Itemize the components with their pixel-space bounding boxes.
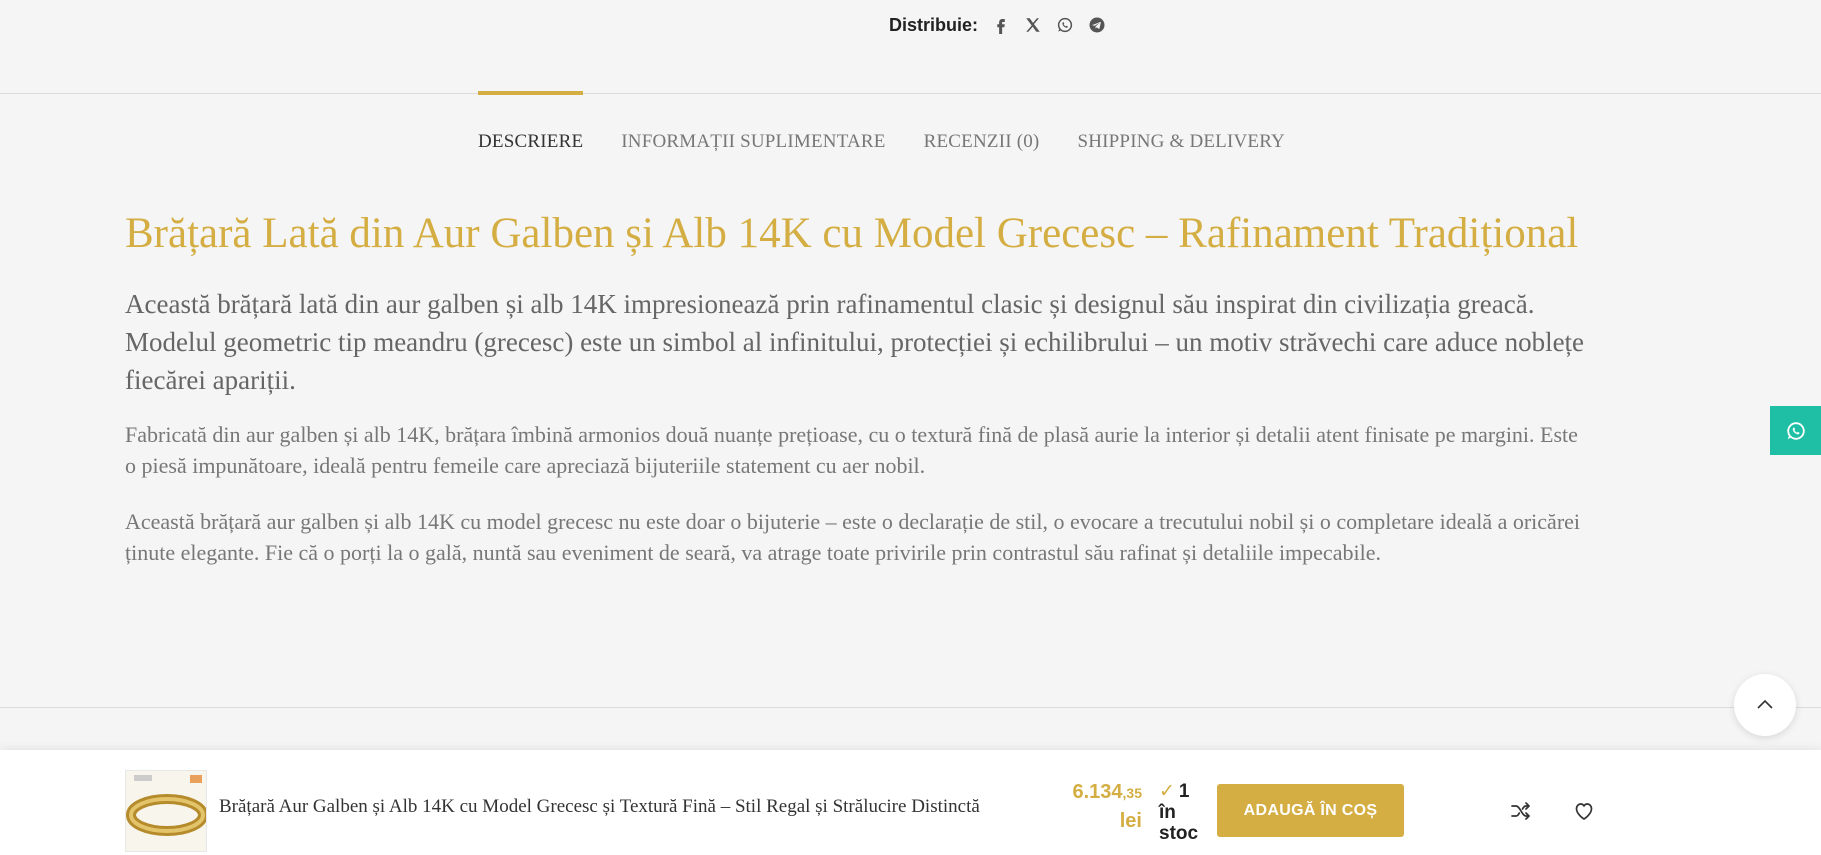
- description-paragraph: Fabricată din aur galben și alb 14K, bră…: [125, 422, 1578, 478]
- facebook-icon[interactable]: [990, 14, 1012, 36]
- product-description-page: Distribuie: DESCRIERE INFORMAȚII SUPLIME…: [0, 0, 1821, 855]
- share-row: Distribuie:: [889, 14, 1108, 36]
- x-icon[interactable]: [1022, 14, 1044, 36]
- whatsapp-icon: [1786, 421, 1805, 440]
- bottom-divider: [0, 707, 1821, 708]
- description-lead: Această brățară lată din aur galben și a…: [125, 289, 1585, 395]
- chevron-up-icon: [1757, 699, 1773, 709]
- scroll-to-top-button[interactable]: [1734, 674, 1796, 736]
- whatsapp-chat-button[interactable]: [1770, 406, 1821, 455]
- tab-informatii-suplimentare[interactable]: INFORMAȚII SUPLIMENTARE: [621, 93, 885, 153]
- description-content: Brățară Lată din Aur Galben și Alb 14K c…: [125, 208, 1585, 568]
- stock-status: ✓ 1 în stoc: [1159, 781, 1207, 844]
- heart-icon[interactable]: [1570, 797, 1598, 825]
- price-main: 6.134: [1072, 781, 1123, 803]
- add-to-cart-button[interactable]: ADAUGĂ ÎN COȘ: [1217, 784, 1404, 837]
- description-paragraph: Această brățară aur galben și alb 14K cu…: [125, 509, 1581, 565]
- compare-icon[interactable]: [1507, 797, 1535, 825]
- price-currency: lei: [1119, 810, 1142, 832]
- description-title: Brățară Lată din Aur Galben și Alb 14K c…: [125, 210, 1579, 257]
- product-tabs: DESCRIERE INFORMAȚII SUPLIMENTARE RECENZ…: [478, 91, 1285, 153]
- price: 6.134,35 lei: [1060, 781, 1142, 833]
- telegram-icon[interactable]: [1086, 14, 1108, 36]
- tab-shipping-delivery[interactable]: SHIPPING & DELIVERY: [1077, 93, 1285, 153]
- product-thumbnail[interactable]: [125, 770, 207, 852]
- tab-descriere[interactable]: DESCRIERE: [478, 91, 584, 153]
- sticky-product-name: Brățară Aur Galben și Alb 14K cu Model G…: [219, 796, 980, 817]
- check-icon: ✓: [1159, 781, 1175, 802]
- sticky-add-to-cart-bar: Brățară Aur Galben și Alb 14K cu Model G…: [0, 750, 1821, 855]
- price-decimals: ,35: [1122, 785, 1142, 801]
- whatsapp-icon[interactable]: [1054, 14, 1076, 36]
- tab-recenzii[interactable]: RECENZII (0): [924, 93, 1040, 153]
- share-label: Distribuie:: [889, 14, 979, 35]
